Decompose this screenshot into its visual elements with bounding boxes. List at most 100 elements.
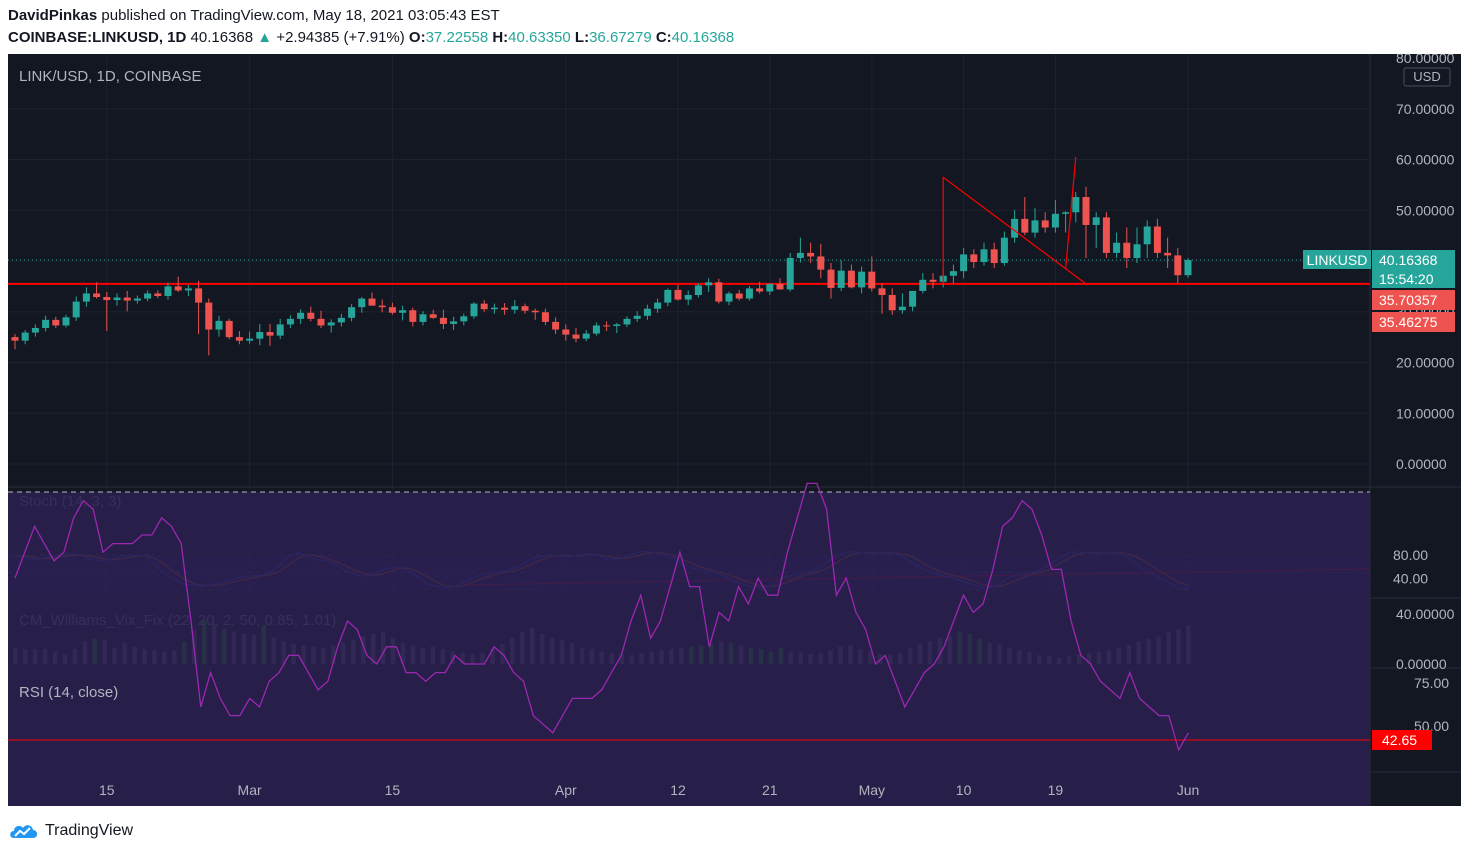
candle-body [786, 257, 794, 290]
candle-body [715, 282, 723, 302]
candle-body [113, 297, 121, 301]
candle-body [450, 321, 458, 324]
candle-body [62, 317, 70, 326]
candle-body [409, 310, 417, 322]
candle-body [439, 317, 447, 324]
candle-body [1021, 218, 1029, 233]
candle-body [796, 252, 804, 258]
time-tick-label: Jun [1177, 782, 1200, 798]
candle-body [276, 324, 284, 336]
price-change: +2.94385 (+7.91%) [276, 29, 405, 46]
candle-body [184, 288, 192, 291]
candle-body [766, 283, 774, 292]
low-value: 36.67279 [589, 29, 652, 46]
candle-body [990, 249, 998, 264]
symbol-label: COINBASE:LINKUSD, 1D [8, 29, 187, 46]
candle-body [235, 337, 243, 341]
candle-body [1164, 252, 1172, 256]
candle-body [929, 279, 937, 282]
time-tick-label: 12 [670, 782, 686, 798]
candle-body [1123, 242, 1131, 258]
stoch-tick-label: 80.00 [1393, 547, 1428, 563]
candle-body [684, 295, 692, 300]
candle-body [11, 337, 19, 341]
time-tick-label: 21 [762, 782, 778, 798]
chart-title: LINK/USD, 1D, COINBASE [19, 68, 202, 85]
last-price-value: 40.16368 [1379, 252, 1438, 268]
candle-body [705, 282, 713, 286]
candle-body [949, 271, 957, 276]
candle-body [837, 270, 845, 288]
open-label: O: [408, 29, 426, 46]
symbol-price-tag-label: LINKUSD [1307, 252, 1368, 268]
candle-body [572, 334, 580, 339]
candle-body [878, 288, 886, 296]
high-label: H: [492, 29, 509, 46]
chart-area[interactable]: 80.00000 70.00000 60.00000 50.00000 40.00000… [8, 54, 1461, 806]
candle-body [817, 256, 825, 270]
price-tick-label: 50.00000 [1396, 202, 1455, 218]
candle-body [531, 310, 539, 313]
candle-body [664, 289, 672, 303]
candle-body [215, 320, 223, 330]
candle-body [164, 286, 172, 297]
time-tick-label: 15 [99, 782, 115, 798]
candle-body [1174, 255, 1182, 276]
candle-body [1082, 197, 1090, 225]
candle-body [480, 303, 488, 310]
candle-body [1102, 217, 1110, 253]
candle-body [919, 279, 927, 291]
chart-svg[interactable]: 80.00000 70.00000 60.00000 50.00000 40.00000… [8, 54, 1461, 806]
candle-body [307, 312, 315, 319]
candle-body [745, 288, 753, 299]
candle-body [82, 293, 90, 302]
rsi-band [8, 492, 1370, 806]
candle-body [776, 283, 784, 290]
candle-body [419, 314, 427, 322]
candle-body [470, 303, 478, 317]
rsi-current-value: 42.65 [1382, 732, 1417, 748]
tradingview-cloud-icon [10, 825, 38, 838]
candle-body [348, 307, 356, 318]
author-name[interactable]: DavidPinkas [8, 7, 97, 24]
candle-body [541, 312, 549, 322]
candle-body [460, 316, 468, 322]
candle-body [256, 332, 264, 339]
candle-body [960, 254, 968, 272]
candle-body [144, 293, 152, 299]
candle-body [1184, 259, 1192, 276]
price-tick-label: 10.00000 [1396, 405, 1455, 421]
candle-body [317, 318, 325, 326]
candle-body [1143, 226, 1151, 245]
rsi-title: RSI (14, close) [19, 684, 118, 701]
close-value: 40.16368 [671, 29, 735, 46]
time-tick-label: 10 [956, 782, 972, 798]
candle-body [368, 298, 376, 306]
candle-body [643, 308, 651, 316]
currency-label: USD [1413, 69, 1440, 84]
high-value: 40.63350 [508, 29, 571, 46]
candle-body [266, 332, 274, 336]
tradingview-brand[interactable]: TradingView [45, 822, 133, 840]
candle-body [195, 288, 203, 303]
candle-body [225, 320, 233, 338]
candle-body [358, 298, 366, 308]
price-tick-label: 70.00000 [1396, 101, 1455, 117]
rsi-tick-label: 75.00 [1414, 675, 1449, 691]
candle-body [327, 322, 335, 326]
candle-body [1000, 237, 1008, 264]
candle-body [725, 293, 733, 302]
candle-body [246, 338, 254, 341]
candle-body [1153, 226, 1161, 253]
candle-body [970, 254, 978, 263]
candle-body [1092, 217, 1100, 225]
symbol-info: COINBASE:LINKUSD, 1D 40.16368 ▲ +2.94385… [8, 29, 734, 47]
candle-body [337, 317, 345, 323]
candle-body [654, 302, 662, 309]
candle-body [623, 318, 631, 325]
close-label: C: [655, 29, 672, 46]
vix-tick-label: 0.00000 [1396, 656, 1447, 672]
candle-body [52, 319, 60, 326]
candle-body [154, 293, 162, 297]
time-tick-label: Apr [555, 782, 577, 798]
